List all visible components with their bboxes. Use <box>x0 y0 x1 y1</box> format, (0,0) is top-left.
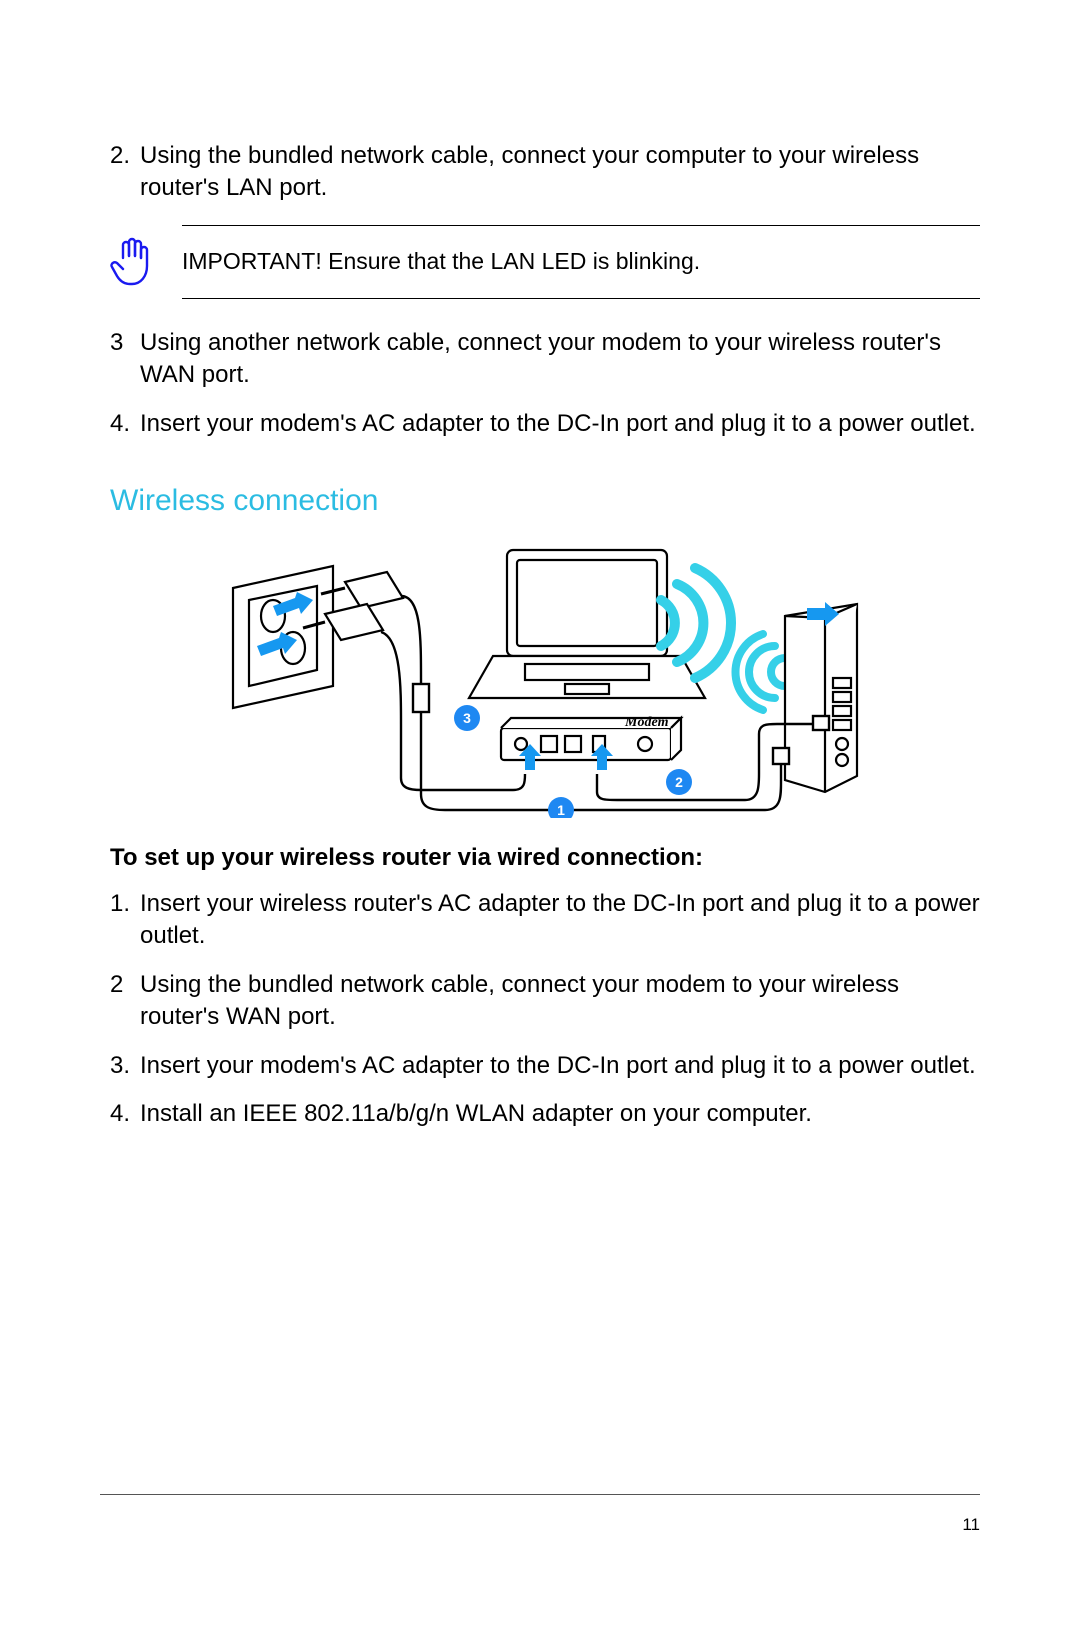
step-item: 4. Install an IEEE 802.11a/b/g/n WLAN ad… <box>110 1098 980 1130</box>
diagram-marker-1: 1 <box>557 802 565 818</box>
step-text: Using the bundled network cable, connect… <box>140 140 980 205</box>
top-steps-list-cont: 3 Using another network cable, connect y… <box>110 327 980 440</box>
step-text: Using the bundled network cable, connect… <box>140 969 980 1034</box>
top-steps-list: 2. Using the bundled network cable, conn… <box>110 140 980 205</box>
step-text: Insert your wireless router's AC adapter… <box>140 888 980 953</box>
step-item: 3. Insert your modem's AC adapter to the… <box>110 1050 980 1082</box>
step-number: 4. <box>110 1098 140 1130</box>
step-item: 1. Insert your wireless router's AC adap… <box>110 888 980 953</box>
step-text: Insert your modem's AC adapter to the DC… <box>140 1050 980 1082</box>
wireless-connection-diagram: Modem 1 <box>225 538 865 818</box>
step-number: 2. <box>110 140 140 172</box>
callout-text: IMPORTANT! Ensure that the LAN LED is bl… <box>182 248 980 275</box>
step-item: 2. Using the bundled network cable, conn… <box>110 140 980 205</box>
footer-rule <box>100 1494 980 1495</box>
diagram-marker-2: 2 <box>675 774 683 790</box>
subsection-title: To set up your wireless router via wired… <box>110 844 980 872</box>
step-item: 3 Using another network cable, connect y… <box>110 327 980 392</box>
diagram-marker-3: 3 <box>463 710 471 726</box>
bottom-steps-list: 1. Insert your wireless router's AC adap… <box>110 888 980 1130</box>
step-number: 4. <box>110 408 140 440</box>
hand-stop-icon <box>110 236 154 288</box>
section-title: Wireless connection <box>110 484 980 518</box>
step-number: 1. <box>110 888 140 920</box>
step-text: Using another network cable, connect you… <box>140 327 980 392</box>
step-number: 2 <box>110 969 140 1001</box>
step-number: 3. <box>110 1050 140 1082</box>
page-number: 11 <box>962 1515 980 1535</box>
modem-label: Modem <box>624 715 669 730</box>
step-text: Insert your modem's AC adapter to the DC… <box>140 408 980 440</box>
step-number: 3 <box>110 327 140 359</box>
important-callout: IMPORTANT! Ensure that the LAN LED is bl… <box>110 225 980 299</box>
step-text: Install an IEEE 802.11a/b/g/n WLAN adapt… <box>140 1098 980 1130</box>
step-item: 2 Using the bundled network cable, conne… <box>110 969 980 1034</box>
step-item: 4. Insert your modem's AC adapter to the… <box>110 408 980 440</box>
